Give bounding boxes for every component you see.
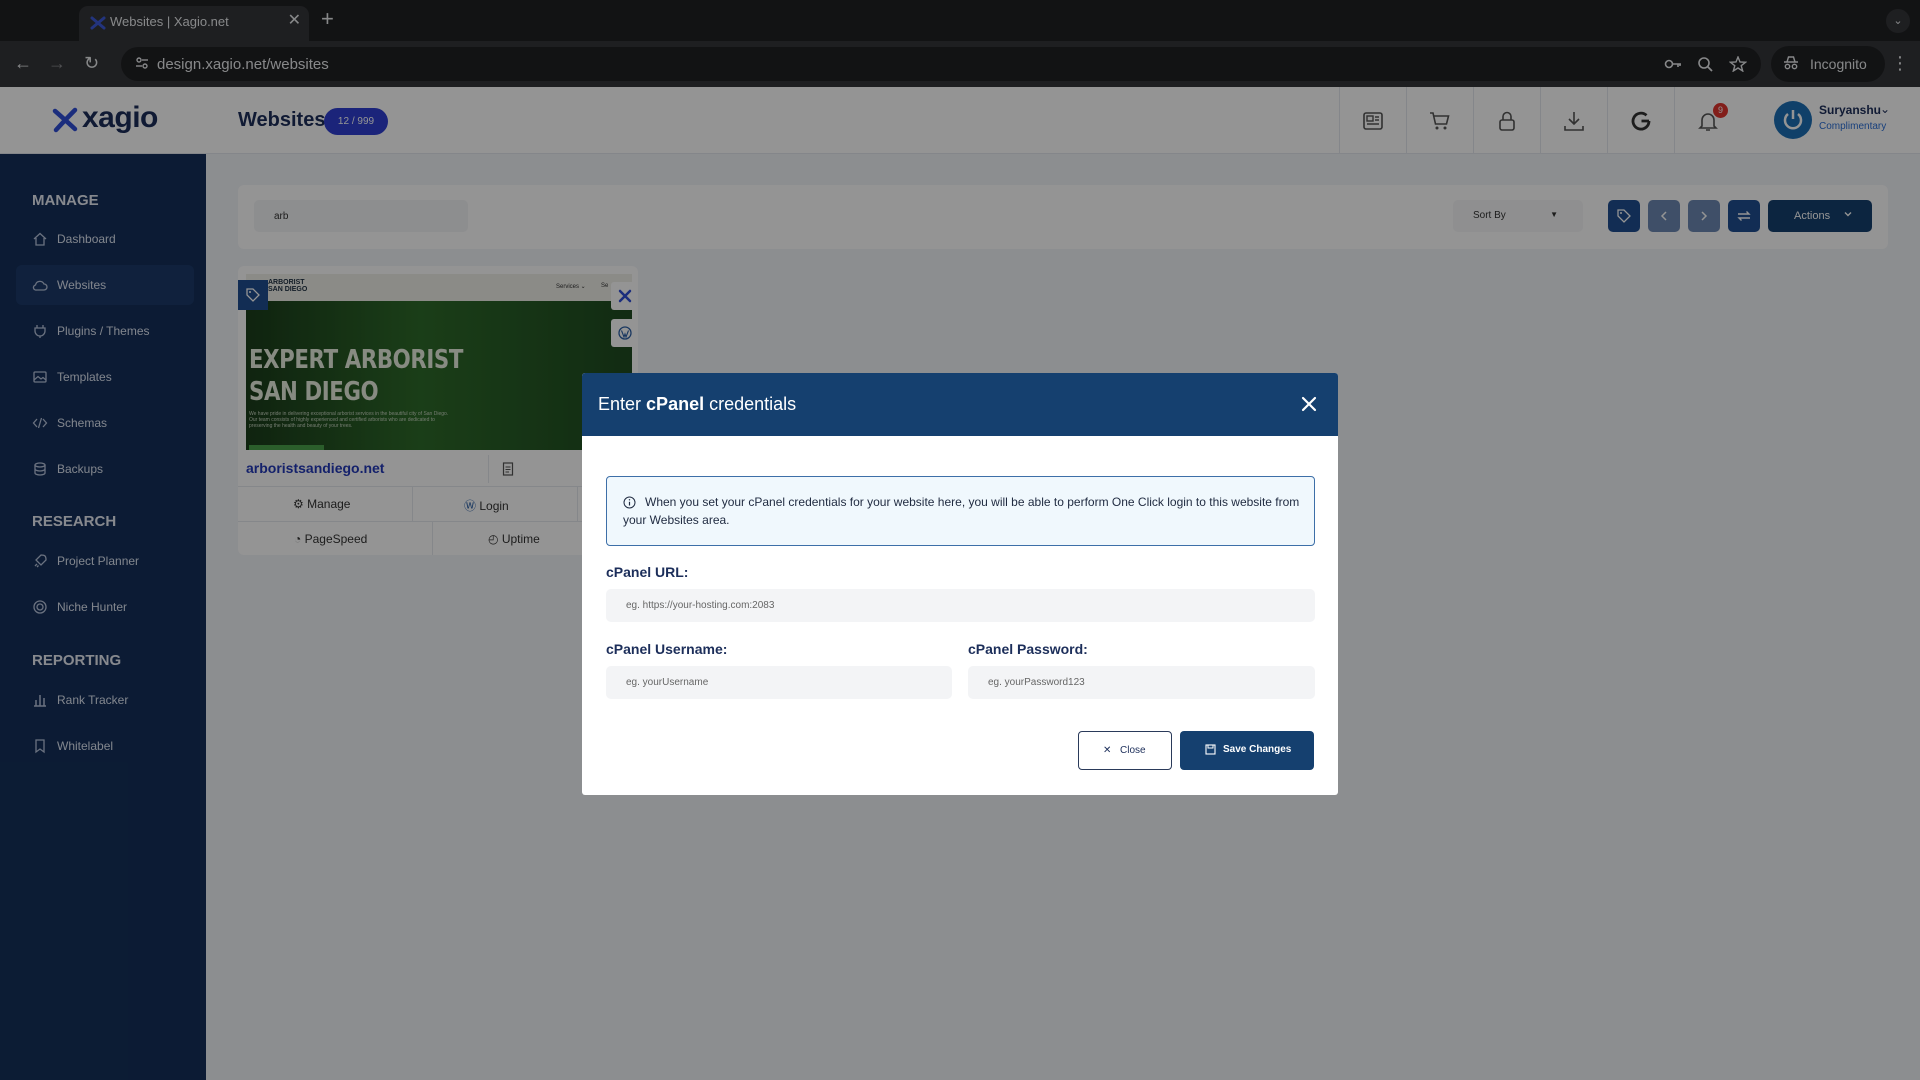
cpanel-credentials-modal: Enter cPanel credentials When you set yo… [582,373,1338,795]
close-button-label: Close [1120,745,1146,756]
cpanel-password-input[interactable] [968,666,1315,699]
modal-title-prefix: Enter [598,394,642,414]
modal-header: Enter cPanel credentials [582,373,1338,436]
close-icon: ✕ [1103,745,1112,756]
close-icon [1301,396,1317,412]
save-button-label: Save Changes [1223,744,1292,755]
modal-title-suffix: credentials [709,394,797,414]
cpanel-url-label: cPanel URL: [606,564,689,580]
close-button[interactable]: ✕ Close [1078,731,1172,770]
cpanel-username-input[interactable] [606,666,952,699]
info-alert: When you set your cPanel credentials for… [606,476,1315,546]
modal-title-bold: cPanel [646,394,705,414]
save-changes-button[interactable]: Save Changes [1180,731,1314,770]
save-icon [1205,744,1216,755]
cpanel-password-label: cPanel Password: [968,641,1088,657]
cpanel-url-input[interactable] [606,589,1315,622]
modal-close-button[interactable] [1296,391,1322,417]
modal-title: Enter cPanel credentials [598,394,796,415]
info-text: When you set your cPanel credentials for… [623,495,1300,527]
cpanel-username-label: cPanel Username: [606,641,728,657]
